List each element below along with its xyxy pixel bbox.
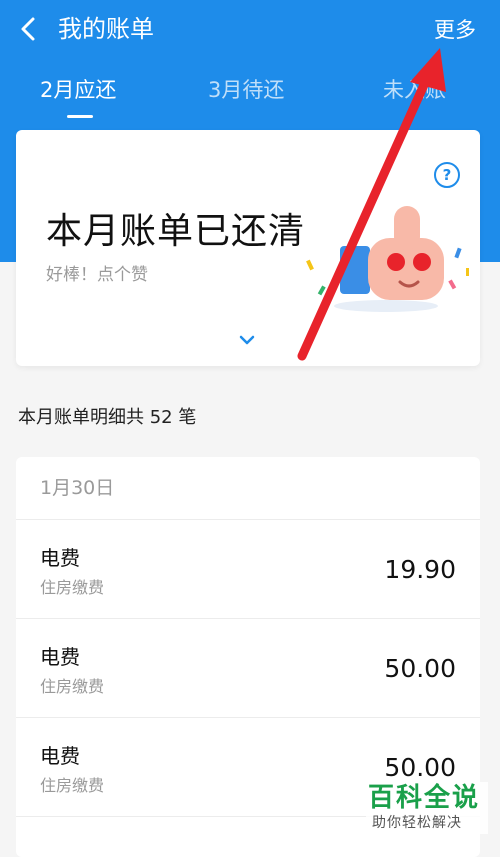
chevron-left-icon [21,17,35,41]
watermark-tagline: 助你轻松解决 [372,815,462,831]
active-tab-indicator [67,115,93,118]
item-name: 电费 [40,546,80,570]
item-category: 住房缴费 [40,677,105,696]
month-tabs: 2月应还 3月待还 未入账 [0,70,500,120]
top-bar: 我的账单 更多 [0,0,500,62]
item-amount: 19.90 [384,555,456,584]
status-title: 本月账单已还清 [46,211,306,252]
tab-mar-pending[interactable]: 3月待还 [208,70,284,110]
item-amount: 50.00 [384,654,456,683]
tab-feb-due[interactable]: 2月应还 [40,70,116,110]
item-category: 住房缴费 [40,578,105,597]
date-header: 1月30日 [16,457,480,520]
question-circle-icon[interactable]: ? [434,162,460,188]
thumbs-up-heart-eyes-icon [306,206,469,312]
item-name: 电费 [40,744,80,768]
watermark-logo-text: 百科全说 [368,783,481,813]
chevron-down-icon[interactable] [238,334,256,346]
item-name: 电费 [40,645,80,669]
item-category: 住房缴费 [40,776,105,795]
tab-unposted[interactable]: 未入账 [383,70,446,110]
back-button[interactable] [14,14,44,44]
more-button[interactable]: 更多 [434,14,476,46]
date-label: 1月30日 [40,477,115,499]
bill-status-card: ? 本月账单已还清 好棒！点个赞 [16,130,480,366]
bill-count-summary: 本月账单明细共 52 笔 [18,407,197,428]
list-item[interactable]: 电费 住房缴费 50.00 [16,619,480,718]
status-subtitle: 好棒！点个赞 [46,265,148,285]
list-item[interactable]: 电费 住房缴费 19.90 [16,520,480,619]
watermark: 百科全说 助你轻松解决 [366,782,488,834]
page-title: 我的账单 [58,15,154,43]
item-amount: 50.00 [384,753,456,782]
